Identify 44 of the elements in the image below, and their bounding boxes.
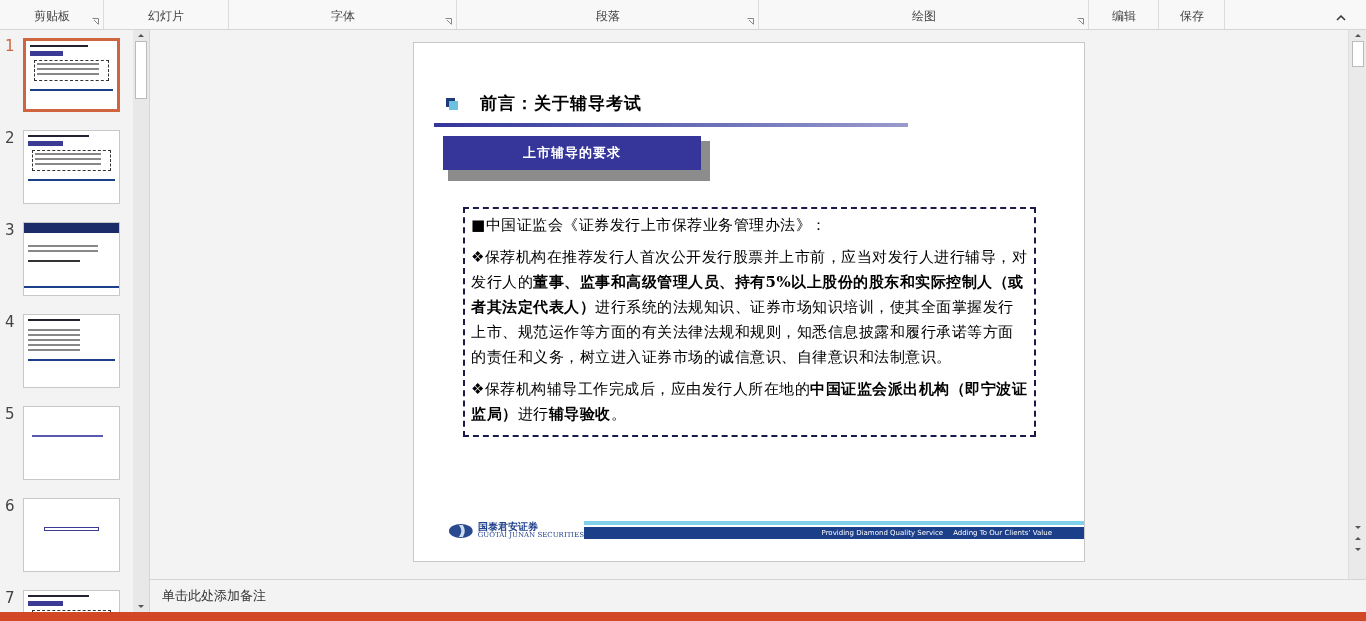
slide-number: 4 <box>5 314 16 330</box>
ribbon-group-label: 剪贴板 <box>33 8 70 25</box>
scroll-down-icon[interactable] <box>1353 524 1362 531</box>
next-slide-icon[interactable] <box>1353 546 1362 553</box>
collapse-ribbon-icon[interactable] <box>1336 15 1346 21</box>
ribbon-group-label: 字体 <box>330 8 355 25</box>
slide-thumbnail[interactable] <box>23 314 120 388</box>
ribbon-group-label: 保存 <box>1179 8 1204 25</box>
ribbon-group-label: 幻灯片 <box>148 8 184 25</box>
dialog-launcher-icon[interactable] <box>747 18 754 25</box>
slide-title: 前言：关于辅导考试 <box>480 92 642 115</box>
scroll-thumb[interactable] <box>1351 41 1364 67</box>
paragraph: ❖保荐机构在推荐发行人首次公开发行股票并上市前，应当对发行人进行辅导，对发行人的董事、监事和高级管理人员、持有5%以上股份的股东和实际控制人（或者其法定代表人）进行系统的法规知识、证券市场知识培训，使其全面掌握发行上市、规范运作等方面的有关法律法规和规则，知悉信息披露和履行承诺等方面的责任和义务，树立进入证券市场的诚信意识、自律意识和法制意识。 <box>471 246 1028 368</box>
scroll-down-icon[interactable] <box>137 603 145 610</box>
ribbon-group-label: 编辑 <box>1111 8 1136 25</box>
dialog-launcher-icon[interactable] <box>445 18 452 25</box>
slide-number: 1 <box>5 38 16 54</box>
slide-thumbnail[interactable] <box>23 498 120 572</box>
ribbon-group-label: 段落 <box>595 8 620 25</box>
slide-thumbnail[interactable] <box>23 38 120 112</box>
scroll-thumb[interactable] <box>135 41 147 99</box>
slide-number: 6 <box>5 498 16 514</box>
section-label: 上市辅导的要求 <box>443 135 701 170</box>
dialog-launcher-icon[interactable] <box>1077 18 1084 25</box>
dialog-launcher-icon[interactable] <box>92 18 99 25</box>
slide-thumbnail[interactable] <box>23 406 120 480</box>
square-bullet-icon <box>446 97 458 110</box>
slide-number: 7 <box>5 590 16 606</box>
ribbon-group-label: 绘图 <box>911 8 936 25</box>
scrollbar[interactable] <box>1348 30 1366 579</box>
paragraph: ❖保荐机构辅导工作完成后，应由发行人所在地的中国证监会派出机构（即宁波证监局）进行辅导验收。 <box>471 378 1028 425</box>
slide-number: 3 <box>5 222 16 238</box>
slide-number: 2 <box>5 130 16 146</box>
scrollbar[interactable] <box>133 30 149 612</box>
slide-thumbnail[interactable] <box>23 130 120 204</box>
previous-slide-icon[interactable] <box>1353 535 1362 542</box>
slide-number: 5 <box>5 406 16 422</box>
scroll-up-icon[interactable] <box>137 32 145 39</box>
scroll-up-icon[interactable] <box>1353 32 1362 39</box>
paragraph: ■中国证监会《证券发行上市保荐业务管理办法》： <box>471 214 828 236</box>
slide-thumbnail[interactable] <box>23 222 120 296</box>
company-name: 国泰君安证券 <box>477 522 538 532</box>
notes-field[interactable]: 单击此处添加备注 <box>162 586 562 606</box>
company-logo-icon <box>448 522 474 539</box>
